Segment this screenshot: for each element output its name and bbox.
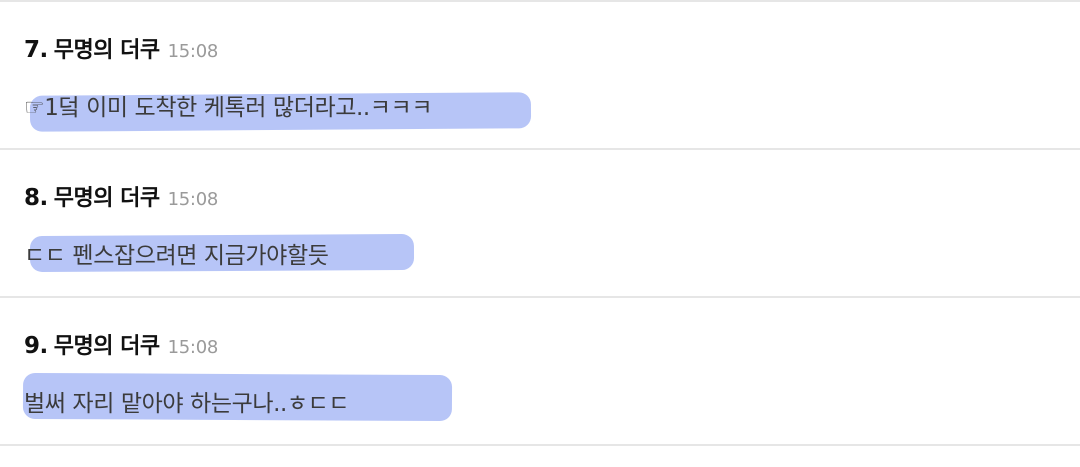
comment-text: ㄷㄷ 펜스잡으려면 지금가야할듯 [24,243,329,269]
comment-item: 8. 무명의 더쿠 15:08 ㄷㄷ 펜스잡으려면 지금가야할듯 [0,150,1080,296]
comment-number: 9. [24,333,48,359]
comment-author[interactable]: 무명의 더쿠 [54,32,160,64]
comment-header: 9. 무명의 더쿠 15:08 [24,328,218,360]
comment-time: 15:08 [167,337,219,358]
comment-number: 7. [24,37,48,63]
comment-header: 8. 무명의 더쿠 15:08 [24,180,218,212]
comment-item: 7. 무명의 더쿠 15:08 ☞1덬 이미 도착한 케톡러 많더라고..ㅋㅋㅋ [0,2,1080,148]
comment-text: 벌써 자리 맡아야 하는구나..ㅎㄷㄷ [24,391,350,417]
comment-text: ☞1덬 이미 도착한 케톡러 많더라고..ㅋㅋㅋ [24,95,433,121]
comment-number: 8. [24,185,48,211]
comment-author[interactable]: 무명의 더쿠 [54,180,160,212]
comment-item: 9. 무명의 더쿠 15:08 벌써 자리 맡아야 하는구나..ㅎㄷㄷ [0,298,1080,444]
divider [0,444,1080,446]
comment-time: 15:08 [167,189,219,210]
comment-time: 15:08 [167,41,219,62]
comment-author[interactable]: 무명의 더쿠 [54,328,160,360]
comment-header: 7. 무명의 더쿠 15:08 [24,32,218,64]
comment-list: 7. 무명의 더쿠 15:08 ☞1덬 이미 도착한 케톡러 많더라고..ㅋㅋㅋ… [0,0,1080,467]
